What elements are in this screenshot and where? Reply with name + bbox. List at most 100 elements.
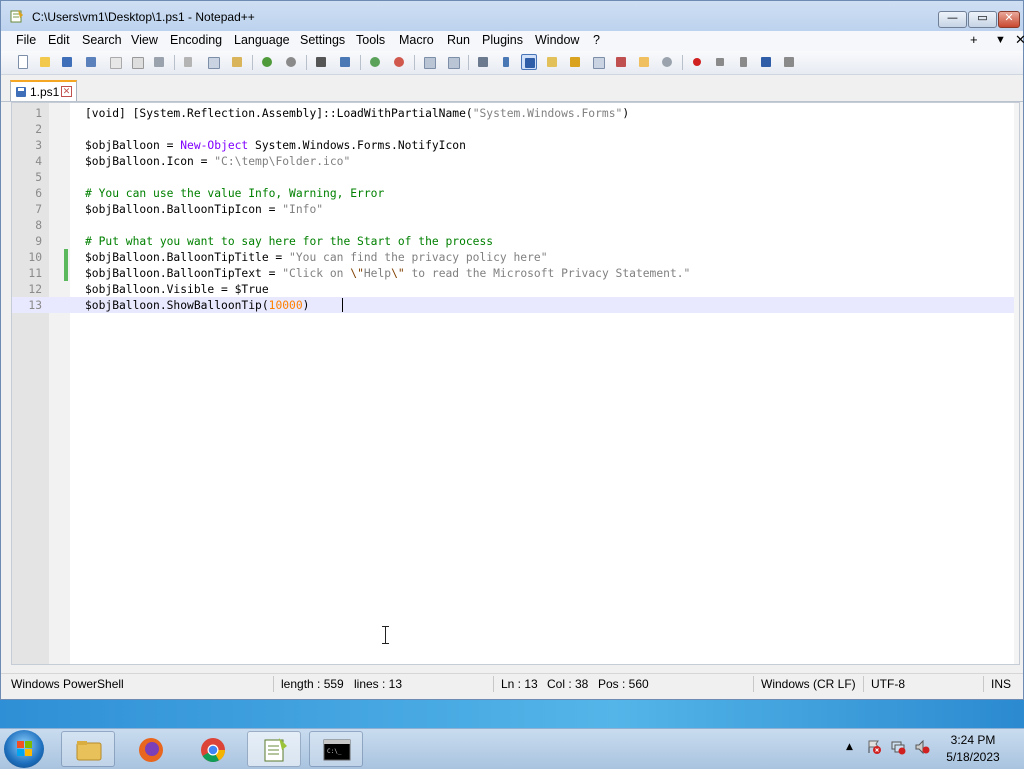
menu-edit[interactable]: Edit <box>47 33 71 47</box>
status-lines: lines : 13 <box>354 677 403 691</box>
indent-guide-icon[interactable] <box>521 54 537 70</box>
menu-encoding[interactable]: Encoding <box>169 33 223 47</box>
network-icon[interactable] <box>890 739 906 755</box>
line-code: $objBalloon.BalloonTipText = "Click on \… <box>85 267 691 280</box>
cut-icon[interactable] <box>181 54 197 70</box>
code-line[interactable]: 13 $objBalloon.ShowBalloonTip(10000) <box>12 297 1017 313</box>
code-line[interactable]: 11 $objBalloon.BalloonTipText = "Click on… <box>12 265 1017 281</box>
close-document-icon[interactable]: ✕ <box>1015 32 1024 48</box>
code-line[interactable]: 7 $objBalloon.BalloonTipIcon = "Info" <box>12 201 1017 217</box>
taskbar-command-prompt[interactable]: C:\_ <box>309 731 363 767</box>
code-line[interactable]: 12 $objBalloon.Visible = $True <box>12 281 1017 297</box>
menu-language[interactable]: Language <box>233 33 291 47</box>
find-icon[interactable] <box>313 54 329 70</box>
stop-recording-icon[interactable] <box>712 54 728 70</box>
line-number: 8 <box>35 219 42 232</box>
run-macro-multiple-icon[interactable] <box>758 54 774 70</box>
start-button[interactable] <box>4 730 44 768</box>
menu-plugins[interactable]: Plugins <box>481 33 524 47</box>
copy-icon[interactable] <box>205 54 221 70</box>
redo-icon[interactable] <box>283 54 299 70</box>
taskbar-firefox[interactable] <box>123 731 177 767</box>
new-tab-plus-icon[interactable]: + <box>970 32 978 47</box>
user-language-icon[interactable] <box>544 54 560 70</box>
code-line[interactable]: 1 [void] [System.Reflection.Assembly]::Lo… <box>12 105 1017 121</box>
close-file-icon[interactable] <box>107 54 123 70</box>
menu-window[interactable]: Window <box>534 33 580 47</box>
function-list-icon[interactable] <box>613 54 629 70</box>
save-icon[interactable] <box>59 54 75 70</box>
menu-view[interactable]: View <box>130 33 159 47</box>
line-number: 12 <box>28 283 42 296</box>
zoom-out-icon[interactable] <box>391 54 407 70</box>
windows-logo-icon <box>17 741 32 756</box>
menu-settings[interactable]: Settings <box>299 33 346 47</box>
folder-as-workspace-icon[interactable] <box>636 54 652 70</box>
clock-time: 3:24 PM <box>950 733 996 747</box>
line-number: 11 <box>28 267 42 280</box>
desktop-background <box>0 700 1024 728</box>
code-line[interactable]: 9 # Put what you want to say here for the… <box>12 233 1017 249</box>
window-title: C:\Users\vm1\Desktop\1.ps1 - Notepad++ <box>32 10 255 24</box>
maximize-icon: ▭ <box>977 11 988 24</box>
show-hidden-icons-icon[interactable]: ▲ <box>846 742 853 752</box>
new-file-icon[interactable] <box>15 54 31 70</box>
action-center-flag-icon[interactable] <box>866 739 882 755</box>
save-all-icon[interactable] <box>83 54 99 70</box>
taskbar-file-explorer[interactable] <box>61 731 115 767</box>
svg-text:C:\_: C:\_ <box>327 748 342 755</box>
taskbar-notepad-plus-plus[interactable] <box>247 731 301 767</box>
word-wrap-icon[interactable] <box>475 54 491 70</box>
status-insert-mode: INS <box>991 677 1012 691</box>
close-icon: ✕ <box>1004 11 1014 24</box>
notepad-plus-plus-icon <box>10 10 23 23</box>
close-all-icon[interactable] <box>129 54 145 70</box>
code-line[interactable]: 3 $objBalloon = New-Object System.Windows… <box>12 137 1017 153</box>
tab-list-dropdown-icon[interactable]: ▼ <box>995 34 1006 46</box>
xml-icon[interactable] <box>567 54 583 70</box>
show-all-characters-icon[interactable] <box>498 54 514 70</box>
menu-file[interactable]: File <box>15 33 37 47</box>
save-macro-icon[interactable] <box>781 54 797 70</box>
close-button[interactable]: ✕ <box>998 11 1020 28</box>
sync-vertical-icon[interactable] <box>421 54 437 70</box>
code-line[interactable]: 2 <box>12 121 1017 137</box>
volume-icon[interactable] <box>914 739 930 755</box>
code-line[interactable]: 10 $objBalloon.BalloonTipTitle = "You can… <box>12 249 1017 265</box>
taskbar: C:\_ ▲ 3:24 PM 5/18/2023 <box>0 728 1024 769</box>
maximize-button[interactable]: ▭ <box>968 11 997 28</box>
open-file-icon[interactable] <box>37 54 53 70</box>
record-macro-icon[interactable] <box>689 54 705 70</box>
replace-icon[interactable] <box>337 54 353 70</box>
minimize-button[interactable]: — <box>938 11 967 28</box>
taskbar-chrome[interactable] <box>185 731 239 767</box>
tab-bar: 1.ps1 ✕ <box>1 75 1023 102</box>
paste-icon[interactable] <box>229 54 245 70</box>
menu-macro[interactable]: Macro <box>398 33 435 47</box>
code-line[interactable]: 6 # You can use the value Info, Warning, … <box>12 185 1017 201</box>
code-line[interactable]: 8 <box>12 217 1017 233</box>
playback-macro-icon[interactable] <box>735 54 751 70</box>
title-bar[interactable]: C:\Users\vm1\Desktop\1.ps1 - Notepad++ —… <box>1 1 1023 31</box>
menu-help[interactable]: ? <box>592 33 601 47</box>
monitoring-icon[interactable] <box>659 54 675 70</box>
menu-tools[interactable]: Tools <box>355 33 386 47</box>
zoom-in-icon[interactable] <box>367 54 383 70</box>
tab-1-ps1[interactable]: 1.ps1 ✕ <box>10 80 77 101</box>
menu-run[interactable]: Run <box>446 33 471 47</box>
status-encoding[interactable]: UTF-8 <box>871 677 905 691</box>
code-line[interactable]: 4 $objBalloon.Icon = "C:\temp\Folder.ico" <box>12 153 1017 169</box>
document-map-icon[interactable] <box>590 54 606 70</box>
print-icon[interactable] <box>151 54 167 70</box>
vertical-scrollbar[interactable] <box>1014 103 1019 664</box>
clock[interactable]: 3:24 PM 5/18/2023 <box>930 732 1016 766</box>
menu-search[interactable]: Search <box>81 33 123 47</box>
code-editor[interactable]: 1 [void] [System.Reflection.Assembly]::Lo… <box>11 102 1020 665</box>
code-line[interactable]: 5 <box>12 169 1017 185</box>
status-eol[interactable]: Windows (CR LF) <box>761 677 856 691</box>
menu-bar: File Edit Search View Encoding Language … <box>1 31 1024 51</box>
sync-horizontal-icon[interactable] <box>445 54 461 70</box>
tab-close-icon[interactable]: ✕ <box>61 86 72 97</box>
line-code: $objBalloon = New-Object System.Windows.… <box>85 139 466 152</box>
undo-icon[interactable] <box>259 54 275 70</box>
